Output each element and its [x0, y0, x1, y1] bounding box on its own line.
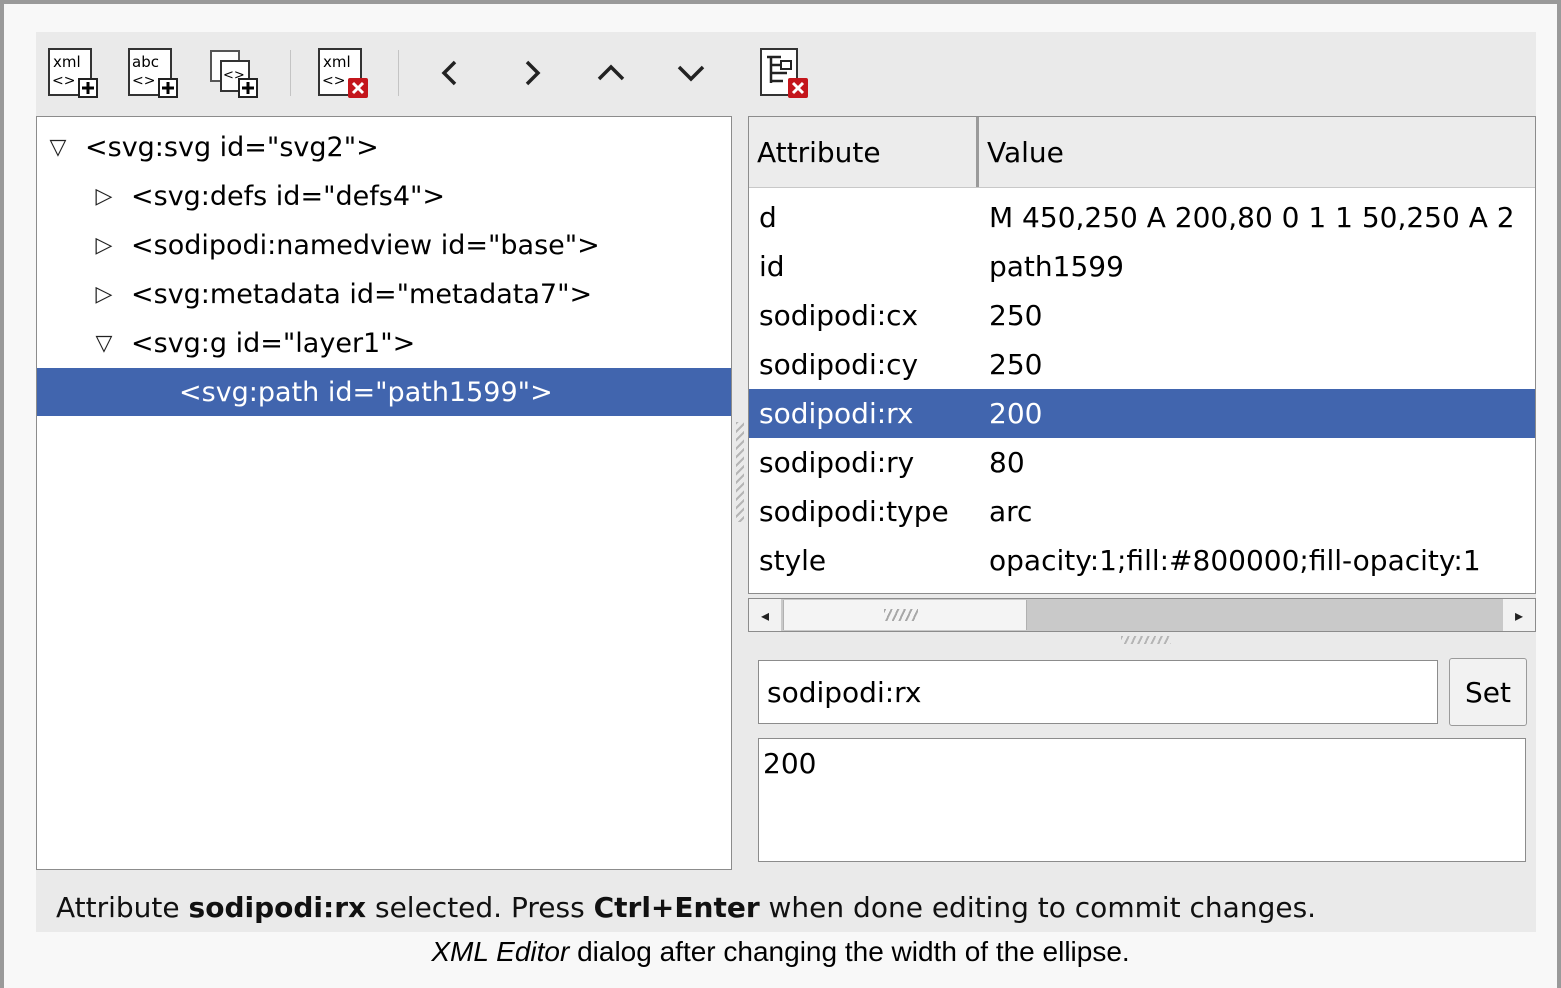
- attribute-name: d: [759, 201, 777, 234]
- attribute-row[interactable]: sodipodi:cx 250: [749, 291, 1535, 340]
- chevron-right-icon: [525, 60, 541, 86]
- attribute-value: 250: [989, 299, 1043, 332]
- attribute-name: sodipodi:cy: [759, 348, 919, 381]
- attribute-name: id: [759, 250, 785, 283]
- chevron-down-icon: [677, 65, 705, 82]
- xml-new-element-icon: xml <>: [48, 48, 98, 98]
- tree-node[interactable]: ▷ <sodipodi:namedview id="base">: [37, 221, 731, 269]
- tree-node[interactable]: ▽ <svg:svg id="svg2">: [37, 123, 731, 171]
- attribute-row[interactable]: sodipodi:ry 80: [749, 438, 1535, 487]
- attribute-row[interactable]: sodipodi:cy 250: [749, 340, 1535, 389]
- xml-node-tree[interactable]: ▽ <svg:svg id="svg2"> ▷ <svg:defs id="de…: [36, 116, 732, 870]
- attribute-name: sodipodi:ry: [759, 446, 915, 479]
- scroll-left-arrow-icon[interactable]: ◂: [749, 599, 781, 631]
- attribute-row[interactable]: d M 450,250 A 200,80 0 1 1 50,250 A 2: [749, 193, 1535, 242]
- status-shortcut: Ctrl+Enter: [593, 891, 760, 924]
- new-element-node-button[interactable]: xml <>: [46, 46, 100, 100]
- indent-node-button[interactable]: [504, 46, 558, 100]
- figure-caption: XML Editor dialog after changing the wid…: [0, 932, 1561, 972]
- status-attribute-name: sodipodi:rx: [188, 891, 367, 924]
- svg-text:xml: xml: [53, 53, 81, 71]
- delete-attribute-icon: [760, 48, 808, 98]
- status-text: selected. Press: [366, 891, 594, 924]
- status-bar: Attribute sodipodi:rx selected. Press Ct…: [56, 886, 1316, 930]
- tree-node[interactable]: ▷ <svg:defs id="defs4">: [37, 172, 731, 220]
- chevron-left-icon: [441, 60, 457, 86]
- chevron-up-icon: [597, 64, 625, 81]
- tree-node[interactable]: ▷ <svg:metadata id="metadata7">: [37, 270, 731, 318]
- xml-new-text-icon: abc <>: [128, 48, 178, 98]
- svg-text:<>: <>: [132, 73, 155, 89]
- pane-resize-handle[interactable]: [1121, 636, 1171, 644]
- tree-node-label: <svg:defs id="defs4">: [131, 180, 446, 212]
- xml-delete-node-icon: xml <>: [318, 48, 368, 98]
- expander-icon[interactable]: ▽: [47, 135, 69, 160]
- duplicate-node-button[interactable]: <>: [206, 46, 260, 100]
- pane-resize-handle[interactable]: [736, 422, 744, 522]
- status-text: when done editing to commit changes.: [759, 891, 1317, 924]
- attribute-name: sodipodi:type: [759, 495, 949, 528]
- duplicate-node-icon: <>: [210, 50, 258, 98]
- attribute-table-hscrollbar[interactable]: ◂ ▸: [748, 598, 1536, 632]
- column-header-value[interactable]: Value: [979, 117, 1535, 187]
- toolbar-separator: [290, 50, 291, 96]
- attribute-table[interactable]: Attribute Value d M 450,250 A 200,80 0 1…: [748, 116, 1536, 594]
- scroll-right-arrow-icon[interactable]: ▸: [1503, 599, 1535, 631]
- delete-attribute-button[interactable]: [756, 46, 810, 100]
- attribute-value: M 450,250 A 200,80 0 1 1 50,250 A 2: [989, 201, 1515, 234]
- tree-node-label: <svg:metadata id="metadata7">: [131, 278, 593, 310]
- attribute-name: style: [759, 544, 827, 577]
- expander-icon[interactable]: ▷: [93, 184, 115, 209]
- scrollbar-thumb[interactable]: [783, 600, 1027, 630]
- column-header-attribute[interactable]: Attribute: [749, 117, 979, 187]
- raise-node-button[interactable]: [584, 46, 638, 100]
- attribute-value: 250: [989, 348, 1043, 381]
- attribute-table-header: Attribute Value: [749, 117, 1535, 188]
- attribute-name: sodipodi:cx: [759, 299, 919, 332]
- attribute-row[interactable]: id path1599: [749, 242, 1535, 291]
- expander-icon[interactable]: ▽: [93, 331, 115, 356]
- tree-node[interactable]: ▽ <svg:g id="layer1">: [37, 319, 731, 367]
- attribute-row-selected[interactable]: sodipodi:rx 200: [749, 389, 1535, 438]
- xml-editor-dialog: xml <> abc <> <> xml <> ▽ <svg:svg id="s…: [36, 32, 1536, 932]
- attribute-value: path1599: [989, 250, 1124, 283]
- svg-text:<>: <>: [322, 73, 345, 89]
- caption-text: dialog after changing the width of the e…: [569, 936, 1130, 967]
- svg-text:abc: abc: [132, 53, 159, 71]
- new-text-node-button[interactable]: abc <>: [126, 46, 180, 100]
- attribute-value: 80: [989, 446, 1025, 479]
- set-attribute-button[interactable]: Set: [1449, 658, 1527, 726]
- attribute-name-input[interactable]: [758, 660, 1438, 724]
- toolbar-separator: [398, 50, 399, 96]
- delete-node-button[interactable]: xml <>: [316, 46, 370, 100]
- lower-node-button[interactable]: [664, 46, 718, 100]
- attribute-value-textarea[interactable]: 200: [758, 738, 1526, 862]
- tree-node-label: <svg:svg id="svg2">: [85, 131, 379, 163]
- tree-node-label: <svg:g id="layer1">: [131, 327, 416, 359]
- unindent-node-button[interactable]: [424, 46, 478, 100]
- attribute-value: opacity:1;fill:#800000;fill-opacity:1: [989, 544, 1481, 577]
- svg-text:xml: xml: [323, 53, 351, 71]
- tree-node-label: <sodipodi:namedview id="base">: [131, 229, 600, 261]
- attribute-row[interactable]: sodipodi:type arc: [749, 487, 1535, 536]
- status-text: Attribute: [56, 891, 189, 924]
- tree-node-label: <svg:path id="path1599">: [179, 376, 553, 408]
- attribute-row[interactable]: style opacity:1;fill:#800000;fill-opacit…: [749, 536, 1535, 585]
- attribute-value: 200: [989, 397, 1043, 430]
- expander-icon[interactable]: ▷: [93, 282, 115, 307]
- attribute-value: arc: [989, 495, 1033, 528]
- caption-italic: XML Editor: [431, 936, 570, 967]
- expander-icon[interactable]: ▷: [93, 233, 115, 258]
- attribute-name: sodipodi:rx: [759, 397, 914, 430]
- svg-text:<>: <>: [52, 73, 75, 89]
- tree-node-selected[interactable]: <svg:path id="path1599">: [37, 368, 731, 416]
